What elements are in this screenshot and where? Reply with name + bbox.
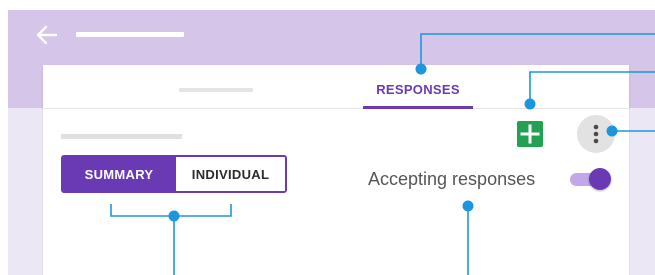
- forms-responses-view: RESPONSES SUMMARY INDIVIDUAL Accepting r…: [8, 10, 655, 275]
- more-vertical-icon[interactable]: [577, 115, 615, 153]
- sheets-plus-icon[interactable]: [517, 121, 543, 147]
- form-title-placeholder: [76, 32, 184, 37]
- summary-button[interactable]: SUMMARY: [63, 157, 175, 191]
- arrow-left-icon[interactable]: [36, 25, 58, 45]
- tab-responses-label: RESPONSES: [376, 82, 460, 97]
- responses-card: RESPONSES SUMMARY INDIVIDUAL Accepting r…: [43, 65, 629, 275]
- tab-bar: RESPONSES: [43, 65, 629, 109]
- section-heading-placeholder: [61, 134, 182, 139]
- accepting-responses-label: Accepting responses: [368, 169, 536, 189]
- view-toggle: SUMMARY INDIVIDUAL: [61, 155, 287, 193]
- plus-icon: [520, 124, 540, 144]
- tab-questions-placeholder[interactable]: [179, 88, 253, 92]
- accepting-responses-toggle[interactable]: [568, 166, 612, 192]
- individual-button[interactable]: INDIVIDUAL: [175, 157, 285, 191]
- tab-responses[interactable]: RESPONSES: [363, 75, 473, 109]
- tab-active-indicator: [363, 106, 473, 109]
- dots-icon: [593, 124, 599, 144]
- toggle-thumb: [589, 168, 611, 190]
